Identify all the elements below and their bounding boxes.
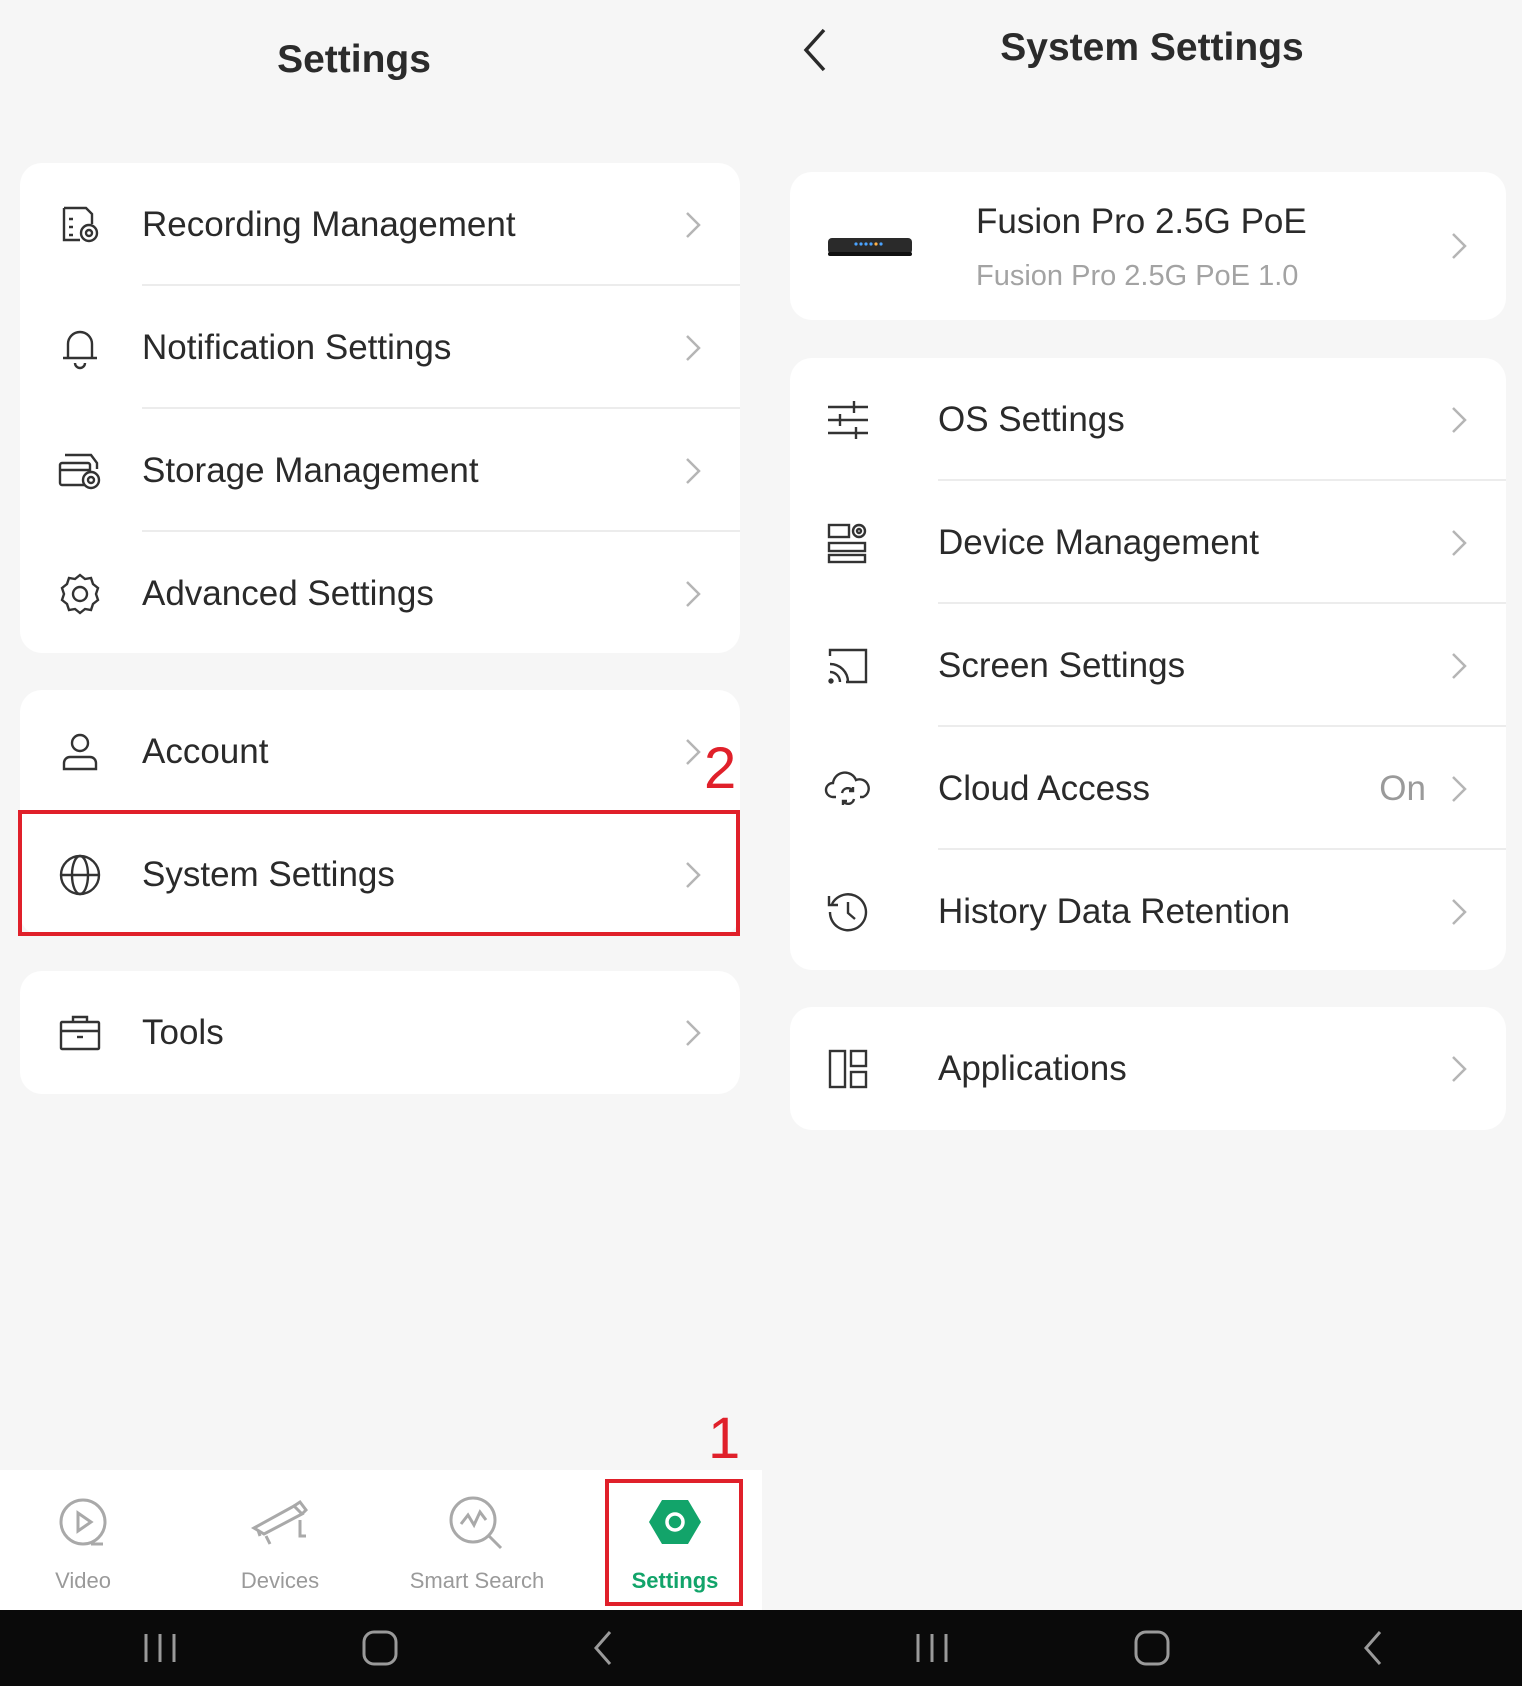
chevron-right-icon <box>1448 894 1470 930</box>
tab-video[interactable]: Video <box>0 1470 178 1610</box>
home-icon[interactable] <box>1130 1628 1174 1668</box>
advanced-settings-label: Advanced Settings <box>142 573 434 613</box>
recording-management-icon <box>56 201 104 249</box>
device-management-icon <box>824 519 872 567</box>
home-icon[interactable] <box>358 1628 402 1668</box>
camera-icon <box>248 1492 312 1556</box>
tab-smart-search-label: Smart Search <box>409 1568 545 1593</box>
settings-group-1: Recording Management Notification Settin… <box>20 163 740 653</box>
history-icon <box>824 888 872 936</box>
os-settings-item[interactable]: OS Settings <box>790 358 1506 481</box>
screen-settings-item[interactable]: Screen Settings <box>790 604 1506 727</box>
cast-icon <box>824 642 872 690</box>
system-settings-screen: System Settings Fusion Pro 2.5G PoE Fusi… <box>762 0 1522 1610</box>
toolbox-icon <box>56 1009 104 1057</box>
tab-devices[interactable]: Devices <box>185 1470 375 1610</box>
recent-apps-icon[interactable] <box>910 1628 954 1668</box>
applications-label: Applications <box>938 1048 1127 1088</box>
page-title: Settings <box>277 38 431 81</box>
system-navigation-bar <box>0 1610 1522 1686</box>
step-1-marker: 1 <box>708 1406 741 1471</box>
chevron-right-icon <box>1448 771 1470 807</box>
apps-icon <box>824 1045 872 1093</box>
system-settings-group-1: OS Settings Device Management Screen Set… <box>790 358 1506 970</box>
tools-item[interactable]: Tools <box>20 971 740 1094</box>
chevron-right-icon <box>1448 648 1470 684</box>
device-model: Fusion Pro 2.5G PoE 1.0 <box>976 260 1299 292</box>
os-settings-label: OS Settings <box>938 399 1125 439</box>
cloud-sync-icon <box>824 765 872 813</box>
play-circle-icon <box>51 1492 115 1556</box>
device-management-label: Device Management <box>938 522 1259 562</box>
device-management-item[interactable]: Device Management <box>790 481 1506 604</box>
chevron-right-icon <box>682 734 704 770</box>
cloud-access-item[interactable]: Cloud Access On <box>790 727 1506 850</box>
settings-tab-highlight <box>605 1479 743 1606</box>
chevron-right-icon <box>682 1015 704 1051</box>
chevron-right-icon <box>682 453 704 489</box>
cloud-access-label: Cloud Access <box>938 768 1151 808</box>
chevron-right-icon <box>1448 525 1470 561</box>
screen-settings-label: Screen Settings <box>938 645 1186 685</box>
chevron-right-icon <box>1448 228 1470 264</box>
device-card[interactable]: Fusion Pro 2.5G PoE Fusion Pro 2.5G PoE … <box>790 172 1506 320</box>
history-data-retention-item[interactable]: History Data Retention <box>790 850 1506 970</box>
settings-screen: Settings Recording Management Notificati… <box>0 0 762 1610</box>
tab-smart-search[interactable]: Smart Search <box>382 1470 572 1610</box>
person-icon <box>56 728 104 776</box>
recent-apps-icon[interactable] <box>138 1628 182 1668</box>
notification-settings-label: Notification Settings <box>142 327 452 367</box>
back-nav-icon[interactable] <box>582 1628 626 1668</box>
account-item[interactable]: Account <box>20 690 740 813</box>
notification-settings-item[interactable]: Notification Settings <box>20 286 740 409</box>
recording-management-label: Recording Management <box>142 204 516 244</box>
account-label: Account <box>142 731 269 771</box>
applications-item[interactable]: Applications <box>790 1007 1506 1130</box>
tab-devices-label: Devices <box>240 1568 320 1593</box>
chevron-right-icon <box>682 207 704 243</box>
chevron-right-icon <box>1448 402 1470 438</box>
tools-label: Tools <box>142 1012 224 1052</box>
smart-search-icon <box>445 1492 509 1556</box>
device-name: Fusion Pro 2.5G PoE <box>976 202 1307 241</box>
settings-group-3: Tools <box>20 971 740 1094</box>
page-title: System Settings <box>1000 26 1304 69</box>
gear-icon <box>56 570 104 618</box>
cloud-access-status: On <box>1379 768 1426 808</box>
system-settings-highlight <box>18 810 740 936</box>
tab-video-label: Video <box>55 1568 111 1593</box>
chevron-right-icon <box>682 576 704 612</box>
chevron-right-icon <box>1448 1051 1470 1087</box>
nvr-device-icon <box>826 232 914 260</box>
bell-icon <box>56 324 104 372</box>
back-nav-icon[interactable] <box>1352 1628 1396 1668</box>
sliders-icon <box>824 396 872 444</box>
advanced-settings-item[interactable]: Advanced Settings <box>20 532 740 653</box>
history-data-retention-label: History Data Retention <box>938 891 1291 931</box>
recording-management-item[interactable]: Recording Management <box>20 163 740 286</box>
storage-icon <box>56 447 104 495</box>
storage-management-label: Storage Management <box>142 450 479 490</box>
chevron-right-icon <box>682 330 704 366</box>
step-2-marker: 2 <box>704 736 737 801</box>
storage-management-item[interactable]: Storage Management <box>20 409 740 532</box>
system-settings-group-2: Applications <box>790 1007 1506 1130</box>
